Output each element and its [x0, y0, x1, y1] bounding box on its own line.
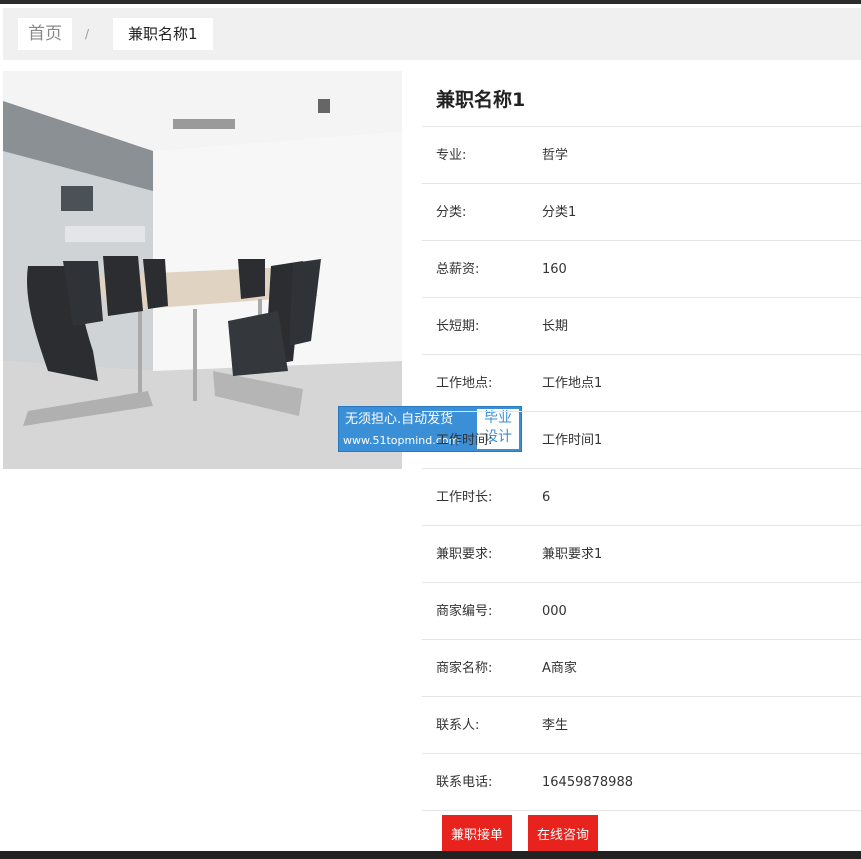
- accept-job-button[interactable]: 兼职接单: [442, 815, 513, 855]
- detail-row-requirement: 兼职要求: 兼职要求1: [422, 526, 861, 583]
- detail-row-work-time: 工作时间: 工作时间1: [422, 412, 861, 469]
- job-detail-panel: 兼职名称1 专业: 哲学 分类: 分类1 总薪资: 160 长短期: 长期 工作…: [422, 71, 861, 811]
- field-value: 兼职要求1: [542, 547, 603, 562]
- field-label: 联系人:: [436, 718, 480, 733]
- field-value: 长期: [542, 319, 569, 334]
- field-label: 分类:: [436, 205, 467, 220]
- detail-row-duration: 工作时长: 6: [422, 469, 861, 526]
- field-label: 总薪资:: [436, 262, 480, 277]
- field-value: 李生: [542, 718, 569, 733]
- detail-row-category: 分类: 分类1: [422, 184, 861, 241]
- field-label: 商家名称:: [436, 661, 493, 676]
- detail-row-major: 专业: 哲学: [422, 127, 861, 184]
- detail-row-term: 长短期: 长期: [422, 298, 861, 355]
- online-consult-button[interactable]: 在线咨询: [528, 815, 599, 855]
- detail-row-phone: 联系电话: 16459878988: [422, 754, 861, 811]
- field-value: 6: [542, 490, 551, 505]
- field-value: 160: [542, 262, 567, 277]
- field-label: 专业:: [436, 148, 467, 163]
- field-value: 分类1: [542, 205, 577, 220]
- detail-row-salary: 总薪资: 160: [422, 241, 861, 298]
- breadcrumb-home-link[interactable]: 首页: [18, 18, 72, 50]
- field-label: 联系电话:: [436, 775, 493, 790]
- top-border: [0, 0, 861, 4]
- breadcrumb-separator: /: [85, 27, 90, 41]
- detail-row-contact: 联系人: 李生: [422, 697, 861, 754]
- field-value: 工作时间1: [542, 433, 603, 448]
- field-value: 哲学: [542, 148, 569, 163]
- breadcrumb: 首页 / 兼职名称1: [3, 8, 861, 60]
- field-value: 000: [542, 604, 567, 619]
- field-value: A商家: [542, 661, 577, 676]
- field-value: 工作地点1: [542, 376, 603, 391]
- detail-row-location: 工作地点: 工作地点1: [422, 355, 861, 412]
- field-label: 工作时长:: [436, 490, 493, 505]
- field-label: 工作时间:: [436, 433, 493, 448]
- breadcrumb-current: 兼职名称1: [113, 18, 213, 50]
- bottom-bar: [0, 851, 861, 859]
- field-label: 长短期:: [436, 319, 480, 334]
- field-value: 16459878988: [542, 775, 633, 790]
- field-label: 工作地点:: [436, 376, 493, 391]
- detail-row-merchant-name: 商家名称: A商家: [422, 640, 861, 697]
- job-title: 兼职名称1: [422, 71, 861, 127]
- field-label: 兼职要求:: [436, 547, 493, 562]
- detail-row-merchant-id: 商家编号: 000: [422, 583, 861, 640]
- field-label: 商家编号:: [436, 604, 493, 619]
